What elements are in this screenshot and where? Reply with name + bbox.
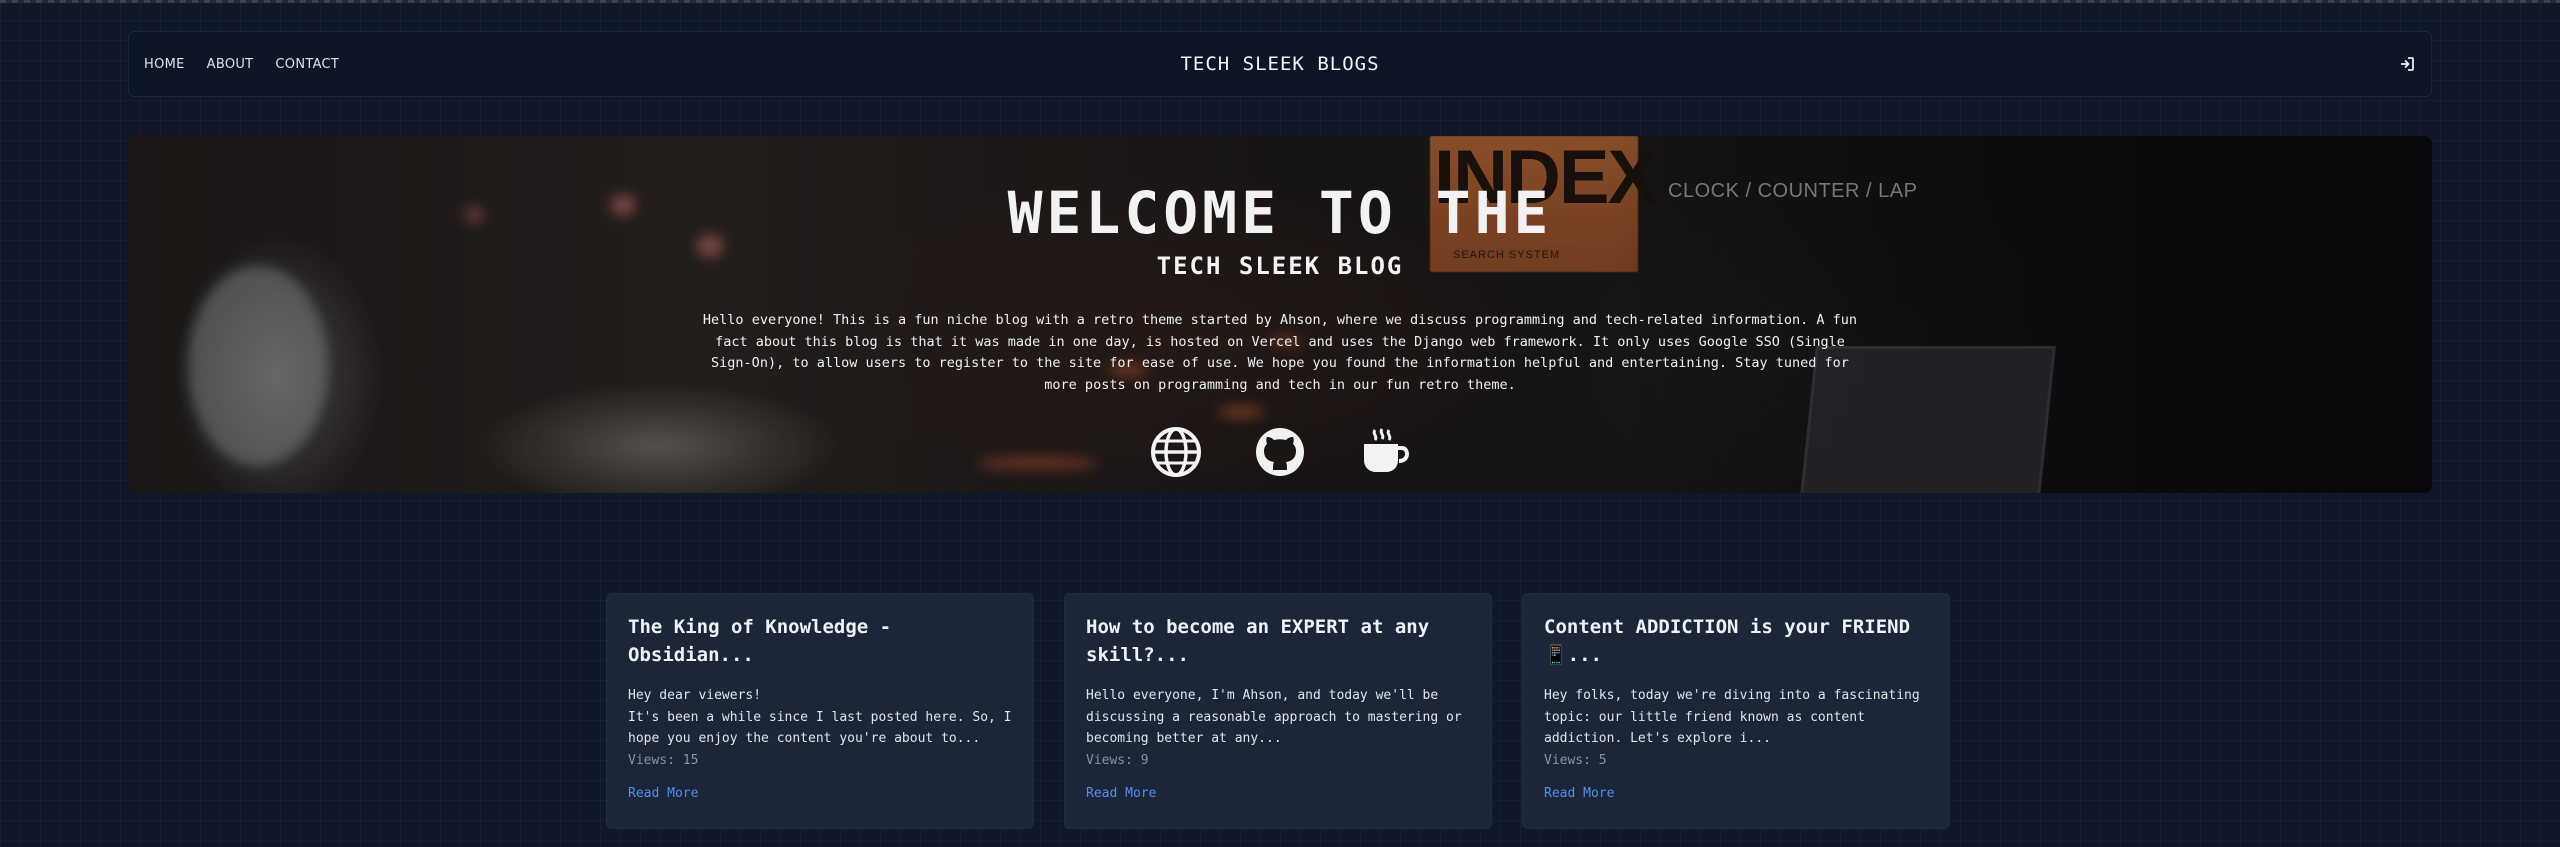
nav-about-link[interactable]: ABOUT — [207, 57, 254, 72]
blog-post-card: The King of Knowledge - Obsidian... Hey … — [606, 593, 1034, 829]
read-more-link[interactable]: Read More — [628, 786, 698, 801]
post-excerpt: Hello everyone, I'm Ahson, and today we'… — [1086, 688, 1462, 746]
site-brand: TECH SLEEK BLOGS — [129, 32, 2431, 96]
post-title[interactable]: How to become an EXPERT at any skill?... — [1086, 613, 1470, 669]
top-border-strip — [0, 0, 2560, 3]
buy-me-a-coffee-link[interactable] — [1358, 426, 1410, 478]
post-excerpt: Hey dear viewers! It's been a while sinc… — [628, 688, 1012, 746]
post-title[interactable]: Content ADDICTION is your FRIEND 📱... — [1544, 613, 1928, 669]
post-views: Views: 9 — [1086, 752, 1149, 768]
blog-post-list: The King of Knowledge - Obsidian... Hey … — [606, 593, 1950, 829]
post-views: Views: 5 — [1544, 752, 1607, 768]
social-links — [128, 426, 2432, 478]
blog-post-card: How to become an EXPERT at any skill?...… — [1064, 593, 1492, 829]
github-link[interactable] — [1254, 426, 1306, 478]
sign-in-icon — [2401, 57, 2414, 71]
website-link[interactable] — [1150, 426, 1202, 478]
read-more-link[interactable]: Read More — [1544, 786, 1614, 801]
github-icon — [1256, 428, 1304, 476]
nav-home-link[interactable]: HOME — [144, 57, 185, 72]
coffee-icon — [1364, 428, 1410, 472]
hero-title: WELCOME TO THE — [1007, 179, 1553, 247]
read-more-link[interactable]: Read More — [1086, 786, 1156, 801]
hero-description: Hello everyone! This is a fun niche blog… — [702, 312, 1858, 393]
blog-post-card: Content ADDICTION is your FRIEND 📱... He… — [1522, 593, 1950, 829]
navbar: HOME ABOUT CONTACT TECH SLEEK BLOGS — [128, 31, 2432, 97]
hero-subtitle: TECH SLEEK BLOG — [1156, 252, 1404, 280]
post-title[interactable]: The King of Knowledge - Obsidian... — [628, 613, 1012, 669]
hero-banner: INDEX SEARCH SYSTEM CLOCK / COUNTER / LA… — [128, 136, 2432, 493]
login-button[interactable] — [2397, 54, 2417, 74]
post-views: Views: 15 — [628, 752, 699, 768]
nav-links: HOME ABOUT CONTACT — [144, 32, 339, 96]
site-brand-text[interactable]: TECH SLEEK BLOGS — [1180, 53, 1379, 75]
nav-contact-link[interactable]: CONTACT — [275, 57, 339, 72]
post-excerpt: Hey folks, today we're diving into a fas… — [1544, 688, 1920, 746]
globe-icon — [1151, 427, 1201, 477]
